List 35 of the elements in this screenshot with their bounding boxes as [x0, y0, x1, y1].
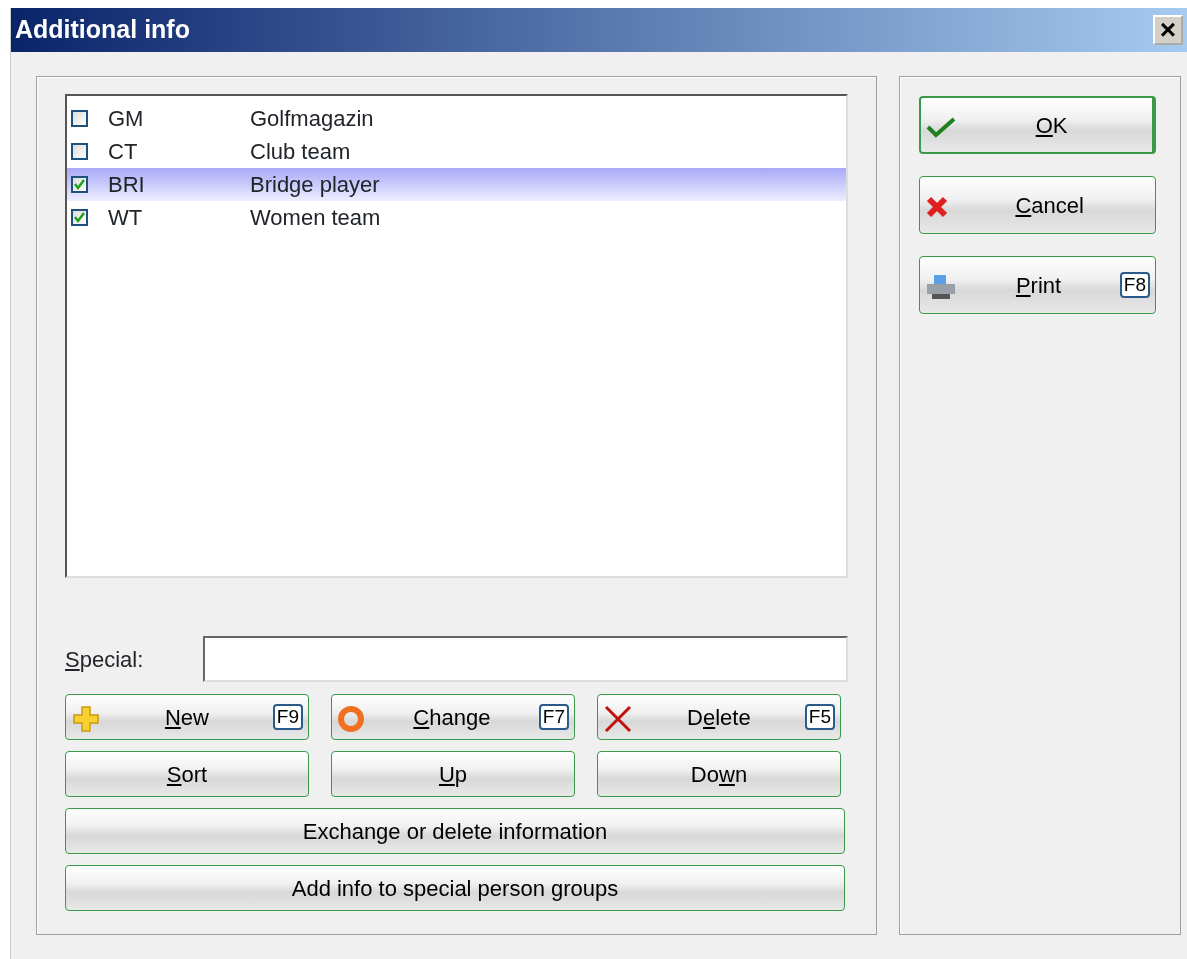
ok-button[interactable]: OK — [919, 96, 1156, 154]
shortcut-key: F5 — [804, 704, 835, 730]
item-name: Bridge player — [250, 171, 380, 199]
checkbox[interactable] — [71, 110, 88, 127]
action-button[interactable]: Up — [331, 751, 575, 797]
action-button[interactable]: Down — [597, 751, 841, 797]
action-button[interactable]: Change F7 — [331, 694, 575, 740]
action-button[interactable]: Exchange or delete information — [65, 808, 845, 854]
shortcut-key: F7 — [538, 704, 569, 730]
action-button[interactable]: New F9 — [65, 694, 309, 740]
checkbox[interactable] — [71, 143, 88, 160]
list-row[interactable]: GM Golfmagazin — [67, 102, 847, 135]
item-name: Women team — [250, 204, 381, 232]
list-row[interactable]: WT Women team — [67, 201, 847, 234]
list-row[interactable]: CT Club team — [67, 135, 847, 168]
item-name: Club team — [250, 138, 351, 166]
print-button[interactable]: Print F8 — [919, 256, 1156, 314]
checkbox[interactable] — [71, 209, 88, 226]
item-name: Golfmagazin — [250, 105, 374, 133]
action-button[interactable]: Add info to special person groups — [65, 865, 845, 911]
item-code: CT — [107, 138, 139, 166]
window-title: Additional info — [15, 14, 190, 46]
item-code: WT — [107, 204, 144, 232]
special-label: Special: — [65, 645, 145, 674]
shortcut-key: F9 — [272, 704, 303, 730]
special-field[interactable] — [203, 636, 849, 682]
item-code: GM — [107, 105, 145, 133]
item-code: BRI — [107, 171, 146, 199]
list-row[interactable]: BRI Bridge player — [67, 168, 847, 201]
action-button[interactable]: Delete F5 — [597, 694, 841, 740]
cancel-button[interactable]: Cancel — [919, 176, 1156, 234]
action-button[interactable]: Sort — [65, 751, 309, 797]
close-button[interactable]: × — [1153, 15, 1183, 45]
checkbox[interactable] — [71, 176, 88, 193]
shortcut-key: F8 — [1119, 272, 1150, 298]
